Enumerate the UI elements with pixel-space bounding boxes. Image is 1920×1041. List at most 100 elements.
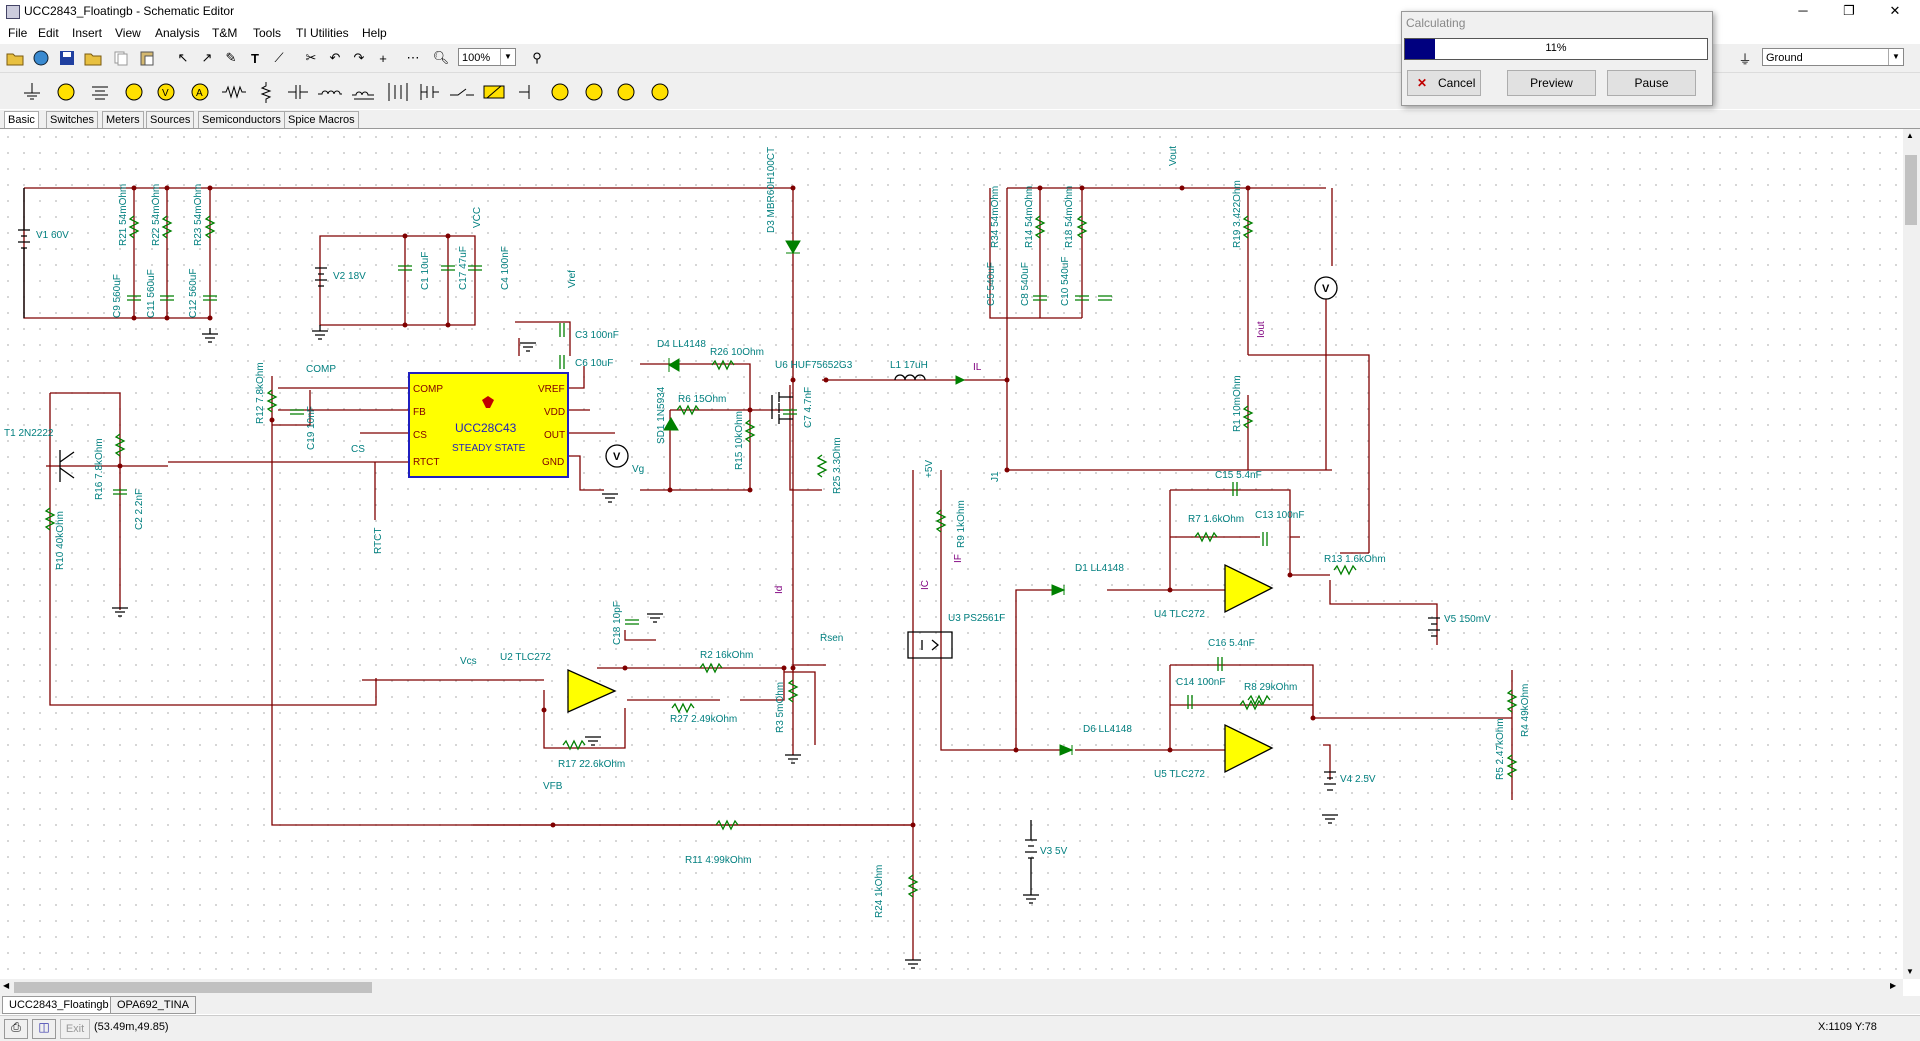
svg-text:R21 54mOhm: R21 54mOhm	[118, 184, 129, 246]
doc-tab-opa692[interactable]: OPA692_TINA	[110, 996, 196, 1014]
tab-spice-macros[interactable]: Spice Macros	[284, 111, 359, 128]
inductor-icon[interactable]	[316, 79, 344, 105]
exit-button[interactable]: Exit	[60, 1019, 90, 1039]
svg-text:L1 17uH: L1 17uH	[890, 360, 928, 371]
minimize-button[interactable]: ─	[1780, 0, 1826, 24]
svg-text:Vout: Vout	[1168, 146, 1179, 166]
potentiometer-icon[interactable]	[252, 79, 280, 105]
chip-pin-fb: FB	[413, 407, 426, 418]
horizontal-scrollbar[interactable]: ◀ ▶	[0, 979, 1903, 996]
scroll-right-icon[interactable]: ▶	[1890, 981, 1896, 990]
resistor-icon[interactable]	[220, 79, 248, 105]
scroll-up-icon[interactable]: ▲	[1906, 131, 1914, 140]
text-icon[interactable]: T	[244, 47, 266, 69]
svg-text:C8 540uF: C8 540uF	[1020, 262, 1031, 306]
transformer-icon[interactable]	[384, 79, 412, 105]
svg-text:C13 100nF: C13 100nF	[1255, 510, 1304, 521]
ucc28c43-chip[interactable]: COMP FB CS RTCT VREF VDD OUT GND UCC28C4…	[408, 372, 569, 478]
save-icon[interactable]	[56, 47, 78, 69]
vertical-scroll-thumb[interactable]	[1905, 155, 1917, 225]
opamp-u2[interactable]	[567, 668, 617, 714]
chevron-down-icon: ▼	[1888, 49, 1903, 65]
print-icon[interactable]: ⎙	[4, 1019, 28, 1039]
grid-icon[interactable]: ⋯	[402, 47, 424, 69]
current-arrow-icon[interactable]	[612, 79, 640, 105]
svg-text:U3 PS2561F: U3 PS2561F	[948, 613, 1005, 624]
open-folder-icon[interactable]	[82, 47, 104, 69]
pen-icon[interactable]: ✎	[220, 47, 242, 69]
scroll-down-icon[interactable]: ▼	[1906, 967, 1914, 976]
redo-icon[interactable]: ↷	[348, 47, 370, 69]
menu-edit[interactable]: Edit	[38, 26, 59, 40]
lamp-icon[interactable]	[480, 79, 508, 105]
pause-button[interactable]: Pause	[1607, 70, 1696, 96]
zoom-select[interactable]: 100% ▼	[458, 48, 516, 66]
menu-tm[interactable]: T&M	[212, 26, 237, 40]
svg-text:U6 HUF75652G3: U6 HUF75652G3	[775, 360, 853, 371]
close-window-button[interactable]: ✕	[1872, 0, 1918, 24]
tab-basic[interactable]: Basic	[4, 111, 39, 128]
schematic-canvas[interactable]: COMP FB CS RTCT VREF VDD OUT GND UCC28C4…	[0, 129, 1903, 979]
probe-icon[interactable]: ⚲	[526, 47, 548, 69]
svg-text:C3 100nF: C3 100nF	[575, 330, 619, 341]
ammeter-icon[interactable]: A	[186, 79, 214, 105]
opamp-u4[interactable]	[1224, 563, 1274, 614]
window-title: UCC2843_Floatingb - Schematic Editor	[24, 4, 235, 18]
ground-symbols	[112, 325, 1338, 969]
voltage-arrow-icon[interactable]	[646, 79, 674, 105]
tab-sources[interactable]: Sources	[146, 111, 195, 128]
cancel-button[interactable]: ✕ Cancel	[1407, 70, 1481, 96]
delete-wire-icon[interactable]: ⟋	[268, 47, 290, 69]
svg-text:R19 3.422Ohm: R19 3.422Ohm	[1232, 180, 1243, 248]
tab-switches[interactable]: Switches	[46, 111, 99, 128]
junction-icon[interactable]	[512, 79, 540, 105]
current-source-icon[interactable]	[120, 79, 148, 105]
voltmeter-icon[interactable]: V	[152, 79, 180, 105]
tab-semiconductors[interactable]: Semiconductors	[198, 111, 285, 128]
chip-pin-vref: VREF	[538, 384, 565, 395]
preview-button[interactable]: Preview	[1507, 70, 1596, 96]
menu-analysis[interactable]: Analysis	[155, 26, 200, 40]
analysis-window-icon[interactable]: ◫	[32, 1019, 56, 1039]
select-arrow-icon[interactable]: ↖	[172, 47, 194, 69]
horizontal-scroll-thumb[interactable]	[14, 982, 372, 993]
voltage-source-icon[interactable]	[86, 79, 114, 105]
svg-text:U2 TLC272: U2 TLC272	[500, 652, 551, 663]
open-web-icon[interactable]	[30, 47, 52, 69]
capacitor-icon[interactable]	[284, 79, 312, 105]
opamp-u5[interactable]	[1224, 723, 1274, 774]
undo-icon[interactable]: ↶	[324, 47, 346, 69]
crosshair-icon[interactable]: +	[372, 47, 394, 69]
svg-text:D3 MBR60H100CT: D3 MBR60H100CT	[766, 147, 777, 233]
vertical-scrollbar[interactable]: ▲ ▼	[1903, 129, 1920, 979]
svg-text:R27 2.49kOhm: R27 2.49kOhm	[670, 714, 737, 725]
zoom-icon[interactable]: 🔍︎	[430, 47, 452, 69]
paste-icon[interactable]	[136, 47, 158, 69]
svg-text:COMP: COMP	[306, 364, 336, 375]
input-icon[interactable]	[546, 79, 574, 105]
scroll-left-icon[interactable]: ◀	[3, 981, 9, 990]
relay-icon[interactable]	[448, 79, 476, 105]
app-icon	[6, 5, 20, 19]
menu-tools[interactable]: Tools	[253, 26, 281, 40]
ground-select[interactable]: Ground ▼	[1762, 48, 1904, 66]
tab-meters[interactable]: Meters	[102, 111, 144, 128]
menu-file[interactable]: File	[8, 26, 27, 40]
maximize-button[interactable]: ❐	[1826, 0, 1872, 24]
battery-icon[interactable]	[52, 79, 80, 105]
coil-icon[interactable]	[350, 79, 378, 105]
ground-tool-icon[interactable]: ⏚	[1734, 47, 1756, 69]
menu-ti-utilities[interactable]: TI Utilities	[296, 26, 349, 40]
wire-icon[interactable]: ↗	[196, 47, 218, 69]
ground-symbol-icon[interactable]	[18, 79, 46, 105]
menu-help[interactable]: Help	[362, 26, 387, 40]
menu-view[interactable]: View	[115, 26, 141, 40]
output-icon[interactable]	[580, 79, 608, 105]
menu-insert[interactable]: Insert	[72, 26, 102, 40]
open-icon[interactable]	[4, 47, 26, 69]
doc-tab-ucc2843[interactable]: UCC2843_Floatingb	[2, 996, 116, 1014]
copy-icon[interactable]	[110, 47, 132, 69]
cut-icon[interactable]: ✂	[300, 47, 322, 69]
svg-text:IC: IC	[920, 580, 931, 590]
switch-icon[interactable]	[416, 79, 444, 105]
